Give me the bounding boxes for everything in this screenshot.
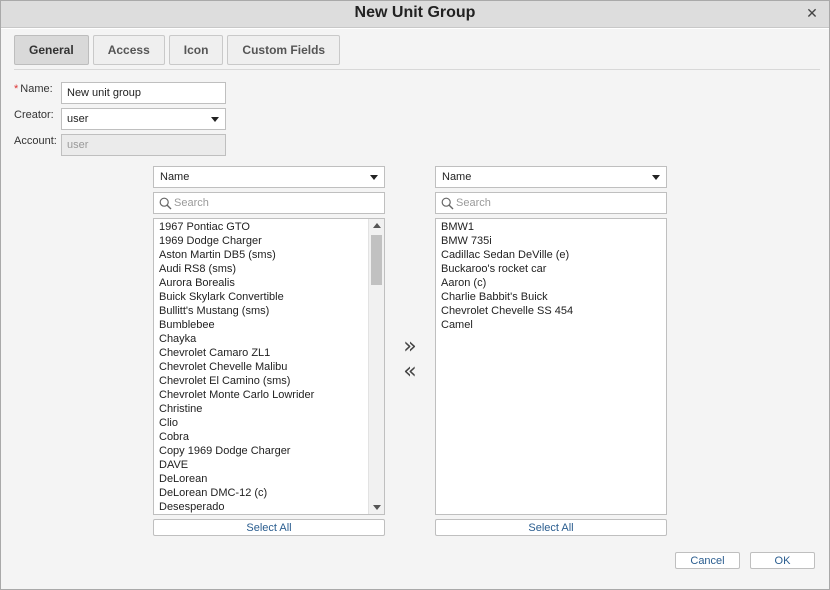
left-search-input[interactable] bbox=[174, 197, 384, 209]
right-list-item[interactable]: Buckaroo's rocket car bbox=[436, 262, 666, 276]
dialog-body: General Access Icon Custom Fields * Name:… bbox=[1, 29, 829, 589]
tab-icon[interactable]: Icon bbox=[168, 35, 224, 65]
left-select-all-button[interactable]: Select All bbox=[153, 519, 385, 536]
left-list-item[interactable]: Clio bbox=[154, 416, 384, 430]
tab-general[interactable]: General bbox=[14, 35, 89, 65]
left-list-item[interactable]: Aston Martin DB5 (sms) bbox=[154, 248, 384, 262]
chevron-down-icon bbox=[370, 175, 378, 180]
search-icon bbox=[159, 197, 172, 210]
right-list-item[interactable]: Aaron (c) bbox=[436, 276, 666, 290]
left-list-scrollbar[interactable] bbox=[368, 219, 384, 514]
right-list-items: BMW1 BMW 735i Cadillac Sedan DeVille (e) Bu… bbox=[436, 219, 666, 332]
right-search-box[interactable] bbox=[435, 192, 667, 214]
left-list-item[interactable]: Bumblebee bbox=[154, 318, 384, 332]
required-mark: * bbox=[14, 83, 19, 95]
scroll-up-icon[interactable] bbox=[373, 223, 381, 228]
name-label-text: Name: bbox=[20, 83, 53, 95]
right-list-item[interactable]: Charlie Babbit's Buick bbox=[436, 290, 666, 304]
left-unit-list[interactable]: 1967 Pontiac GTO 1969 Dodge Charger Aston … bbox=[153, 218, 385, 515]
tab-bar: General Access Icon Custom Fields bbox=[14, 35, 341, 65]
dialog-title: New Unit Group bbox=[354, 4, 476, 21]
creator-label: Creator: bbox=[14, 109, 54, 121]
left-sort-value: Name bbox=[160, 171, 190, 183]
chevron-down-icon bbox=[652, 175, 660, 180]
account-label: Account: bbox=[14, 135, 57, 147]
right-search-input[interactable] bbox=[456, 197, 666, 209]
left-list-item[interactable]: DAVE bbox=[154, 458, 384, 472]
tab-custom-fields[interactable]: Custom Fields bbox=[227, 35, 341, 65]
new-unit-group-dialog: New Unit Group ✕ General Access Icon Cus… bbox=[0, 0, 830, 590]
account-field: user bbox=[61, 134, 226, 156]
creator-row: Creator: bbox=[14, 109, 61, 121]
add-all-button[interactable]: » bbox=[399, 336, 421, 358]
remove-all-button[interactable]: « bbox=[399, 361, 421, 383]
left-list-item[interactable]: Chayka bbox=[154, 332, 384, 346]
close-icon[interactable]: ✕ bbox=[805, 6, 819, 20]
ok-button[interactable]: OK bbox=[750, 552, 815, 569]
left-list-item[interactable]: 1969 Dodge Charger bbox=[154, 234, 384, 248]
left-list-item[interactable]: Audi RS8 (sms) bbox=[154, 262, 384, 276]
right-sort-select[interactable]: Name bbox=[435, 166, 667, 188]
account-placeholder: user bbox=[67, 139, 89, 151]
right-list-item[interactable]: Cadillac Sedan DeVille (e) bbox=[436, 248, 666, 262]
tab-access[interactable]: Access bbox=[92, 35, 165, 65]
left-list-item[interactable]: Buick Skylark Convertible bbox=[154, 290, 384, 304]
left-list-item[interactable]: 1967 Pontiac GTO bbox=[154, 220, 384, 234]
right-sort-value: Name bbox=[442, 171, 472, 183]
right-unit-list[interactable]: BMW1 BMW 735i Cadillac Sedan DeVille (e) Bu… bbox=[435, 218, 667, 515]
account-row: Account: bbox=[14, 135, 61, 147]
left-list-item[interactable]: DeLorean bbox=[154, 472, 384, 486]
available-units-panel: Name 1967 Pontiac GTO1969 Dodge ChargerA… bbox=[153, 166, 385, 536]
selected-units-panel: Name BMW1BMW 735iCadillac Sedan DeVille … bbox=[435, 166, 667, 536]
left-list-item[interactable]: Chevrolet Monte Carlo Lowrider bbox=[154, 388, 384, 402]
right-list-item[interactable]: Chevrolet Chevelle SS 454 bbox=[436, 304, 666, 318]
right-list-item[interactable]: Camel bbox=[436, 318, 666, 332]
left-list-item[interactable]: Copy 1969 Dodge Charger bbox=[154, 444, 384, 458]
scroll-down-icon[interactable] bbox=[373, 505, 381, 510]
scroll-thumb[interactable] bbox=[371, 235, 382, 285]
name-label: * Name: bbox=[14, 83, 61, 95]
search-icon bbox=[441, 197, 454, 210]
name-value: New unit group bbox=[67, 87, 141, 99]
left-list-item[interactable]: Cobra bbox=[154, 430, 384, 444]
left-list-items: 1967 Pontiac GTO 1969 Dodge Charger Aston … bbox=[154, 219, 384, 514]
title-bar: New Unit Group ✕ bbox=[1, 1, 829, 28]
left-list-item[interactable]: Christine bbox=[154, 402, 384, 416]
left-list-item[interactable]: Chevrolet Camaro ZL1 bbox=[154, 346, 384, 360]
left-list-item[interactable]: Desesperado bbox=[154, 500, 384, 514]
right-list-item[interactable]: BMW 735i bbox=[436, 234, 666, 248]
name-row: * Name: bbox=[14, 83, 61, 95]
name-field[interactable]: New unit group bbox=[61, 82, 226, 104]
creator-select[interactable]: user bbox=[61, 108, 226, 130]
left-list-item[interactable]: Aurora Borealis bbox=[154, 276, 384, 290]
left-list-item[interactable]: Bullitt's Mustang (sms) bbox=[154, 304, 384, 318]
chevron-down-icon bbox=[211, 117, 219, 122]
right-select-all-button[interactable]: Select All bbox=[435, 519, 667, 536]
creator-value: user bbox=[67, 113, 89, 125]
left-sort-select[interactable]: Name bbox=[153, 166, 385, 188]
left-list-item[interactable]: DeLorean DMC-12 (c) bbox=[154, 486, 384, 500]
tab-divider bbox=[14, 69, 820, 70]
left-list-item[interactable]: Chevrolet El Camino (sms) bbox=[154, 374, 384, 388]
right-list-item[interactable]: BMW1 bbox=[436, 220, 666, 234]
cancel-button[interactable]: Cancel bbox=[675, 552, 740, 569]
left-search-box[interactable] bbox=[153, 192, 385, 214]
left-list-item[interactable]: Chevrolet Chevelle Malibu bbox=[154, 360, 384, 374]
